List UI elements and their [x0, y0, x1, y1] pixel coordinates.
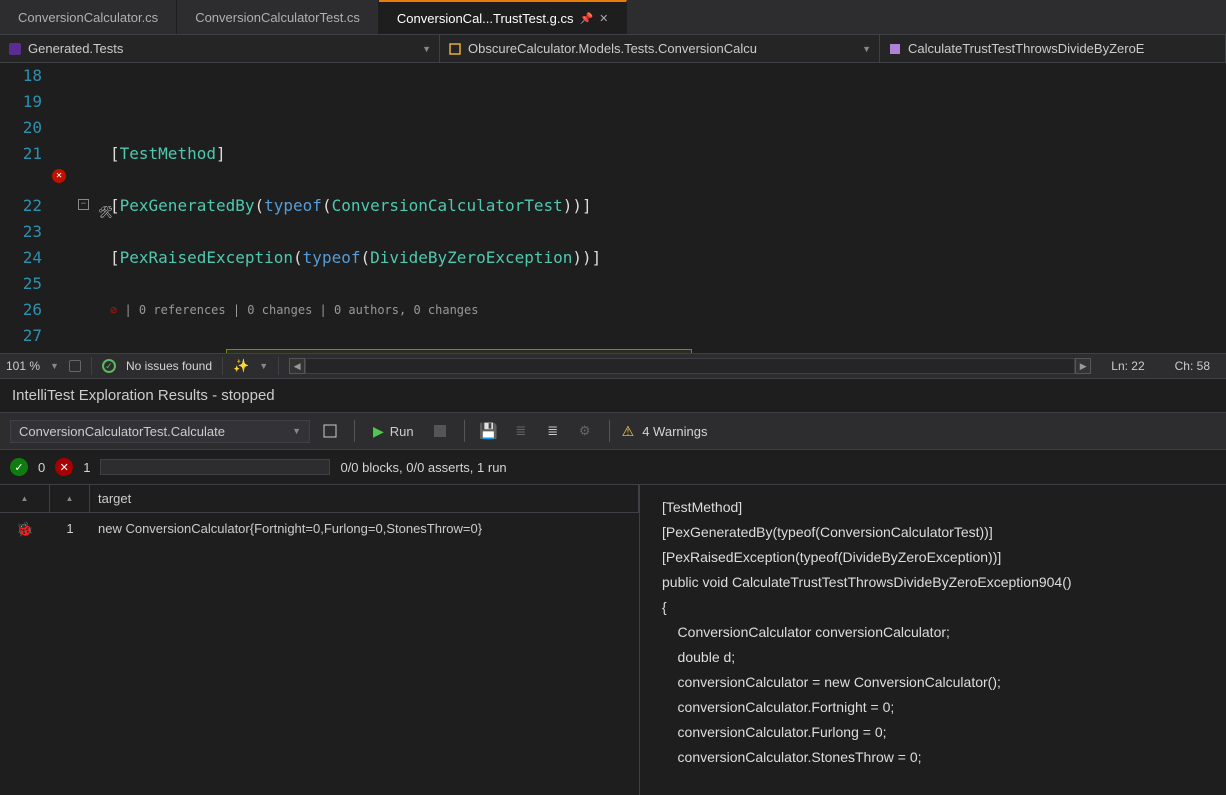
tab-conversioncalculator[interactable]: ConversionCalculator.cs	[0, 0, 177, 34]
test-details-pane[interactable]: [TestMethod] [PexGeneratedBy(typeof(Conv…	[640, 485, 1226, 795]
grid-header: ▲ ▲ target	[0, 485, 639, 513]
quick-action-icon[interactable]: 🛠	[98, 199, 113, 225]
namespace-dropdown[interactable]: Generated.Tests ▼	[0, 35, 440, 62]
tab-label: ConversionCalculatorTest.cs	[195, 10, 360, 25]
error-icon[interactable]: ✕	[52, 169, 66, 183]
issues-label: No issues found	[126, 359, 212, 373]
intellitest-results: ▲ ▲ target 🐞 1 new ConversionCalculator{…	[0, 484, 1226, 795]
warning-icon: ⚠	[622, 423, 635, 440]
close-icon[interactable]: ✕	[599, 12, 608, 25]
member-label: CalculateTrustTestThrowsDivideByZeroE	[908, 41, 1144, 56]
tab-conversioncalculatortest[interactable]: ConversionCalculatorTest.cs	[177, 0, 379, 34]
sort-up-icon: ▲	[21, 494, 29, 503]
sort-col-2[interactable]: ▲	[50, 485, 90, 512]
pin-icon[interactable]: 📌	[579, 12, 593, 25]
editor-status-bar: 101 % ▼ ✓ No issues found ✨ ▼ ◀ ▶ Ln: 22…	[0, 353, 1226, 379]
code-editor[interactable]: 18 19 20 21 22 23 24 25 26 27 28 ✕ − 🛠 […	[0, 63, 1226, 353]
pass-count: 0	[38, 460, 45, 475]
scroll-left-icon[interactable]: ◀	[289, 358, 305, 374]
chevron-down-icon: ▼	[862, 44, 871, 54]
zoom-chevron-icon[interactable]: ▼	[50, 361, 59, 371]
line-number-gutter: 18 19 20 21 22 23 24 25 26 27 28	[0, 63, 50, 353]
tab-label: ConversionCalculator.cs	[18, 10, 158, 25]
allow-icon[interactable]: ≣	[509, 419, 533, 443]
class-dropdown[interactable]: ObscureCalculator.Models.Tests.Conversio…	[440, 35, 880, 62]
sort-col-1[interactable]: ▲	[0, 485, 50, 512]
intellitest-toolbar: ConversionCalculatorTest.Calculate ▼ ▶ R…	[0, 412, 1226, 450]
member-dropdown[interactable]: CalculateTrustTestThrowsDivideByZeroE	[880, 35, 1226, 62]
class-label: ObscureCalculator.Models.Tests.Conversio…	[468, 41, 757, 56]
cursor-line: Ln: 22	[1101, 359, 1154, 373]
results-grid: ▲ ▲ target 🐞 1 new ConversionCalculator{…	[0, 485, 640, 795]
zoom-level[interactable]: 101 %	[6, 359, 40, 373]
stop-button[interactable]	[428, 419, 452, 443]
document-tabs: ConversionCalculator.cs ConversionCalcul…	[0, 0, 1226, 35]
target-header[interactable]: target	[90, 485, 639, 512]
health-indicator-icon[interactable]	[69, 360, 81, 372]
highlighted-method-name: CalculateTrustTestThrowsDivideByZeroExce…	[226, 349, 692, 353]
sort-up-icon: ▲	[66, 494, 74, 503]
run-button[interactable]: ▶ Run	[367, 420, 420, 443]
chevron-down-icon[interactable]: ▼	[259, 361, 268, 371]
scope-label: ConversionCalculatorTest.Calculate	[19, 424, 225, 439]
horizontal-scrollbar[interactable]: ◀ ▶	[289, 358, 1091, 374]
tab-trusttest-g[interactable]: ConversionCal...TrustTest.g.cs 📌 ✕	[379, 0, 627, 34]
check-icon: ✓	[102, 359, 116, 373]
suppress-icon[interactable]: ≣	[541, 419, 565, 443]
new-exploration-icon[interactable]	[318, 419, 342, 443]
fix-icon[interactable]: ⚙	[573, 419, 597, 443]
intellitest-summary: ✓ 0 ✕ 1 0/0 blocks, 0/0 asserts, 1 run	[0, 450, 1226, 484]
table-row[interactable]: 🐞 1 new ConversionCalculator{Fortnight=0…	[0, 513, 639, 546]
bug-icon: 🐞	[16, 521, 33, 538]
row-index: 1	[50, 519, 90, 540]
intellitest-panel-title: IntelliTest Exploration Results - stoppe…	[0, 379, 1226, 412]
save-icon[interactable]: 💾	[477, 419, 501, 443]
warnings-label[interactable]: 4 Warnings	[642, 424, 707, 439]
pass-icon: ✓	[10, 458, 28, 476]
coverage-label: 0/0 blocks, 0/0 asserts, 1 run	[340, 460, 506, 475]
codelens[interactable]: ⊘ | 0 references | 0 changes | 0 authors…	[110, 297, 1226, 323]
namespace-label: Generated.Tests	[28, 41, 123, 56]
editor-margin: ✕ − 🛠	[50, 63, 110, 353]
cursor-col: Ch: 58	[1165, 359, 1220, 373]
method-icon	[888, 42, 902, 56]
code-body[interactable]: [TestMethod] [PexGeneratedBy(typeof(Conv…	[110, 63, 1226, 353]
fail-count: 1	[83, 460, 90, 475]
play-icon: ▶	[373, 423, 384, 440]
row-target: new ConversionCalculator{Fortnight=0,Fur…	[90, 519, 639, 540]
fail-icon: ✕	[55, 458, 73, 476]
code-navigation-bar: Generated.Tests ▼ ObscureCalculator.Mode…	[0, 35, 1226, 63]
chevron-down-icon: ▼	[292, 426, 301, 436]
cleanup-icon[interactable]: ✨	[233, 358, 249, 374]
run-label: Run	[390, 424, 414, 439]
scroll-right-icon[interactable]: ▶	[1075, 358, 1091, 374]
csharp-icon	[8, 42, 22, 56]
class-icon	[448, 42, 462, 56]
stop-icon	[434, 425, 446, 437]
tab-label: ConversionCal...TrustTest.g.cs	[397, 11, 574, 26]
chevron-down-icon: ▼	[422, 44, 431, 54]
fold-icon[interactable]: −	[78, 199, 89, 210]
progress-bar	[100, 459, 330, 475]
test-scope-dropdown[interactable]: ConversionCalculatorTest.Calculate ▼	[10, 420, 310, 443]
